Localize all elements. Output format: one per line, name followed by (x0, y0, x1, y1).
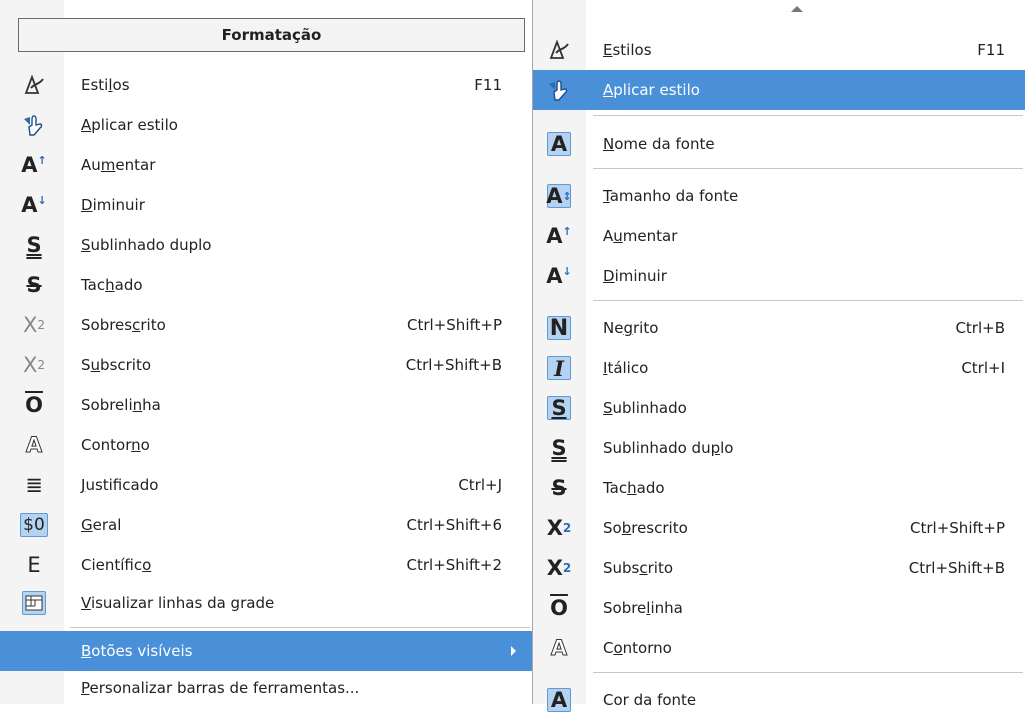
menu-item-general-format[interactable]: $0 Geral Ctrl+Shift+6 (0, 505, 532, 545)
styles-icon (22, 73, 46, 97)
shrink-font-icon: A ↓ (546, 264, 572, 288)
menu-item-superscript[interactable]: X2 Sobrescrito Ctrl+Shift+P (0, 305, 532, 345)
subscript-icon: X2 (546, 556, 572, 580)
overline-icon: O (550, 596, 568, 620)
justify-icon: ≣ (25, 473, 43, 497)
menu-item-overline[interactable]: O Sobrelinha (0, 385, 532, 425)
menu-item-double-underline[interactable]: S Sublinhado duplo (0, 225, 532, 265)
menu-item-strikethrough[interactable]: S Tachado (0, 265, 532, 305)
shortcut-label: Ctrl+I (961, 359, 1005, 377)
menu-separator (593, 115, 1023, 116)
grow-font-icon: A ↑ (21, 153, 47, 177)
shortcut-label: Ctrl+Shift+P (910, 519, 1005, 537)
apply-style-icon (547, 78, 571, 102)
submenu-item-grow-font[interactable]: A ↑ Aumentar (533, 216, 1025, 256)
submenu-item-apply-style[interactable]: Aplicar estilo (533, 70, 1025, 110)
submenu-item-superscript[interactable]: X2 Sobrescrito Ctrl+Shift+P (533, 508, 1025, 548)
scroll-up-arrow-icon[interactable] (791, 6, 803, 12)
shortcut-label: Ctrl+Shift+2 (406, 556, 502, 574)
menu-separator (593, 168, 1023, 169)
grow-font-icon: A ↑ (546, 224, 572, 248)
submenu-item-strikethrough[interactable]: S Tachado (533, 468, 1025, 508)
styles-icon (547, 38, 571, 62)
menu-item-justify[interactable]: ≣ Justificado Ctrl+J (0, 465, 532, 505)
strikethrough-icon: S (26, 273, 42, 297)
shortcut-label: Ctrl+Shift+6 (406, 516, 502, 534)
menu-item-customize-toolbars[interactable]: Personalizar barras de ferramentas... (0, 668, 532, 708)
number-format-general-icon: $0 (20, 513, 48, 537)
submenu-arrow-icon (511, 646, 516, 656)
submenu-item-outline[interactable]: A Contorno (533, 628, 1025, 668)
font-size-icon: A ↕ (546, 184, 572, 208)
menu-item-visible-buttons[interactable]: Botões visíveis (0, 631, 532, 671)
shortcut-label: Ctrl+B (955, 319, 1005, 337)
submenu-item-italic[interactable]: I Itálico Ctrl+I (533, 348, 1025, 388)
menu-separator (70, 627, 530, 628)
formatting-toolbar-context-menu: Formatação Estilos F11 Aplicar estilo A ↑… (0, 0, 533, 704)
submenu-item-double-underline[interactable]: S Sublinhado duplo (533, 428, 1025, 468)
outline-icon: A (550, 636, 568, 661)
submenu-item-underline[interactable]: S Sublinhado (533, 388, 1025, 428)
menu-item-subscript[interactable]: X2 Subscrito Ctrl+Shift+B (0, 345, 532, 385)
scientific-format-icon: E (27, 553, 41, 577)
menu-item-view-grid-lines[interactable]: Visualizar linhas da grade (0, 583, 532, 623)
shortcut-label: Ctrl+Shift+P (407, 316, 502, 334)
shrink-font-icon: A ↓ (21, 193, 47, 217)
shortcut-label: Ctrl+Shift+B (908, 559, 1005, 577)
outline-icon: A (25, 433, 43, 458)
toolbar-title: Formatação (18, 18, 525, 52)
menu-separator (593, 300, 1023, 301)
submenu-item-font-color[interactable]: A Cor da fonte (533, 680, 1025, 720)
submenu-item-subscript[interactable]: X2 Subscrito Ctrl+Shift+B (533, 548, 1025, 588)
shortcut-label: F11 (474, 76, 502, 94)
underline-icon: S (547, 396, 571, 420)
superscript-icon: X2 (22, 313, 46, 337)
menu-item-outline[interactable]: A Contorno (0, 425, 532, 465)
visible-buttons-submenu: Estilos F11 Aplicar estilo A Nome da fon… (533, 0, 1025, 712)
submenu-item-styles[interactable]: Estilos F11 (533, 30, 1025, 70)
menu-item-styles[interactable]: Estilos F11 (0, 65, 532, 105)
shortcut-label: Ctrl+Shift+B (405, 356, 502, 374)
italic-icon: I (547, 356, 571, 381)
double-underline-icon: S (551, 436, 567, 460)
apply-style-icon (22, 113, 46, 137)
menu-item-apply-style[interactable]: Aplicar estilo (0, 105, 532, 145)
menu-item-scientific-format[interactable]: E Científico Ctrl+Shift+2 (0, 545, 532, 585)
shortcut-label: F11 (977, 41, 1005, 59)
menu-item-grow-font[interactable]: A ↑ Aumentar (0, 145, 532, 185)
strikethrough-icon: S (551, 476, 567, 500)
overline-icon: O (25, 393, 43, 417)
font-name-icon: A (547, 132, 571, 156)
superscript-icon: X2 (546, 516, 572, 540)
double-underline-icon: S (26, 233, 42, 257)
subscript-icon: X2 (22, 353, 46, 377)
submenu-item-shrink-font[interactable]: A ↓ Diminuir (533, 256, 1025, 296)
grid-lines-icon (22, 591, 46, 615)
shortcut-label: Ctrl+J (458, 476, 502, 494)
submenu-item-bold[interactable]: N Negrito Ctrl+B (533, 308, 1025, 348)
submenu-item-font-size[interactable]: A ↕ Tamanho da fonte (533, 176, 1025, 216)
submenu-item-overline[interactable]: O Sobrelinha (533, 588, 1025, 628)
menu-item-shrink-font[interactable]: A ↓ Diminuir (0, 185, 532, 225)
submenu-item-font-name[interactable]: A Nome da fonte (533, 124, 1025, 164)
bold-icon: N (547, 316, 571, 341)
font-color-icon: A (547, 688, 571, 712)
menu-separator (593, 672, 1023, 673)
